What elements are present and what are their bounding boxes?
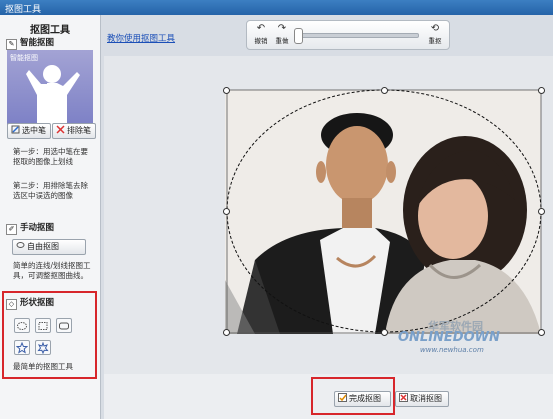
photo-illustration <box>225 90 541 334</box>
handle-top-center[interactable] <box>381 87 388 94</box>
section-smart: ✎ 智能抠图 <box>6 36 54 50</box>
select-pen-icon <box>11 125 20 134</box>
redo-button[interactable]: ↷ 重做 <box>272 23 292 45</box>
cancel-button[interactable]: 取消抠图 <box>395 391 449 407</box>
silhouette-icon <box>26 65 80 129</box>
handle-middle-right[interactable] <box>538 208 545 215</box>
wand-icon: ✎ <box>6 39 17 50</box>
step1-text: 第一步：用选中笔在要抠取的图像上划线 <box>13 147 88 166</box>
redo-label: 重做 <box>275 37 289 45</box>
help-link[interactable]: 教你使用抠图工具 <box>107 32 175 44</box>
reset-icon: ⟲ <box>430 23 440 34</box>
redo-icon: ↷ <box>277 23 287 34</box>
step2-text: 第二步：用排除笔去除选区中误选的图像 <box>13 181 88 200</box>
manual-desc: 简单的连线/划线抠图工具，可调整抠图曲线。 <box>13 261 91 280</box>
lasso-icon <box>16 241 25 250</box>
handle-bottom-left[interactable] <box>223 329 230 336</box>
cancel-label: 取消抠图 <box>410 394 442 403</box>
handle-top-right[interactable] <box>538 87 545 94</box>
handle-top-left[interactable] <box>223 87 230 94</box>
highlight-shape-section <box>2 291 97 379</box>
free-cut-button[interactable]: 自由抠图 <box>12 239 86 255</box>
undo-label: 撤销 <box>254 37 268 45</box>
undo-button[interactable]: ↶ 撤销 <box>251 23 271 45</box>
zoom-slider-knob[interactable] <box>294 28 303 44</box>
edit-toolbar: ↶ 撤销 ↷ 重做 ⟲ 重抠 <box>246 20 450 50</box>
handle-bottom-center[interactable] <box>381 329 388 336</box>
watermark-en: ONLINEDOWN <box>398 330 500 345</box>
pen-icon: ✐ <box>6 224 17 235</box>
free-cut-label: 自由抠图 <box>27 242 59 251</box>
zoom-slider[interactable] <box>294 28 419 44</box>
smart-thumbnail: 智能抠图 <box>7 50 93 129</box>
cancel-icon <box>399 393 408 402</box>
photo-image <box>225 90 541 334</box>
reset-button[interactable]: ⟲ 重抠 <box>425 23 445 45</box>
section-manual-heading: 手动抠图 <box>20 223 55 233</box>
erase-pen-label: 排除笔 <box>67 126 91 135</box>
section-manual: ✐ 手动抠图 <box>6 221 54 235</box>
handle-middle-left[interactable] <box>223 208 230 215</box>
erase-pen-icon <box>56 125 65 134</box>
select-pen-label: 选中笔 <box>22 126 46 135</box>
title-bar: 抠图工具 <box>0 0 553 15</box>
reset-label: 重抠 <box>428 37 442 45</box>
watermark-url: www.newhua.com <box>420 346 484 354</box>
watermark-logo: 华军软件园 ONLINEDOWN www.newhua.com <box>398 318 548 358</box>
window-title: 抠图工具 <box>5 5 42 15</box>
select-pen-button[interactable]: 选中笔 <box>7 123 51 139</box>
highlight-done-button <box>311 377 395 415</box>
sidebar-title: 抠图工具 <box>30 25 70 36</box>
erase-pen-button[interactable]: 排除笔 <box>52 123 96 139</box>
undo-icon: ↶ <box>256 23 266 34</box>
section-smart-heading: 智能抠图 <box>20 38 55 48</box>
